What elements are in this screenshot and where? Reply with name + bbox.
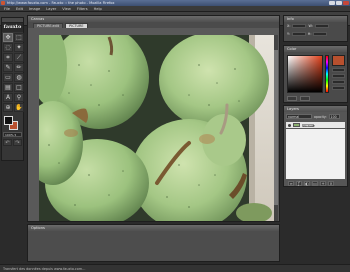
pears-photo (39, 35, 275, 221)
info-h-value (313, 32, 328, 36)
menu-filters[interactable]: Filters (77, 7, 88, 11)
layer-controls: normal opacity: 100 (284, 112, 347, 121)
move-icon[interactable]: ✥ (3, 33, 13, 42)
shape-icon[interactable]: □ (14, 83, 24, 92)
layers-panel: Layers normal opacity: 100 PICTURE ∞ ƒ ◐… (283, 105, 348, 187)
opacity-label: opacity: (314, 114, 327, 119)
info-row-position: X: W: (284, 22, 347, 30)
zoom-select[interactable]: 100% ▾ (3, 132, 22, 137)
info-w-value (314, 24, 329, 28)
tab-picture[interactable]: PICTURE (65, 23, 88, 28)
minimize-button[interactable] (329, 1, 335, 5)
crop-icon[interactable]: ⌗ (3, 53, 13, 62)
dropper-icon[interactable]: ⚲ (14, 93, 24, 102)
layer-thumbnail (293, 123, 300, 127)
layer-link-icon[interactable]: ∞ (288, 181, 294, 186)
info-y-label: Y: (287, 32, 290, 36)
color-value-fields (332, 68, 345, 90)
history-buttons: ↶ ↷ (3, 139, 22, 146)
layer-mask-icon[interactable]: ◐ (304, 181, 310, 186)
color-cancel-button[interactable] (300, 96, 310, 101)
color-hex-field[interactable] (332, 86, 345, 90)
opacity-input[interactable]: 100 (328, 114, 340, 119)
info-x-value (292, 24, 307, 28)
close-button[interactable] (343, 1, 349, 5)
redo-icon[interactable]: ↷ (13, 139, 22, 146)
menu-view[interactable]: View (62, 7, 71, 11)
tool-grid: ✥ ⬚ ◌ ✦ ⌗ ⟋ ✎ ✏ ▭ ◍ ▤ □ A ⚲ ⊕ ✋ (2, 32, 24, 113)
gradient-icon[interactable]: ▤ (3, 83, 13, 92)
hue-slider[interactable] (325, 55, 329, 93)
eraser-icon[interactable]: ▭ (3, 73, 13, 82)
text-icon[interactable]: A (3, 93, 13, 102)
menu-image[interactable]: Image (29, 7, 40, 11)
color-picker-field[interactable] (287, 55, 323, 93)
options-panel: Options (27, 224, 280, 262)
menu-edit[interactable]: Edit (16, 7, 23, 11)
layer-name[interactable]: PICTURE (302, 123, 315, 127)
canvas-window: Canvas PICTURE.edit PICTURE (27, 15, 280, 222)
maximize-button[interactable] (336, 1, 342, 5)
info-y-value (291, 32, 306, 36)
info-h-label: H: (307, 32, 312, 36)
color-buttons (287, 96, 310, 101)
app-logo: fauxto (2, 23, 23, 32)
canvas-scroll-thumb[interactable] (274, 50, 278, 205)
status-bar: Transfert des données depuis www.fauxto.… (0, 264, 350, 272)
slice-icon[interactable]: ⟋ (14, 53, 24, 62)
document-tabs: PICTURE.edit PICTURE (28, 22, 279, 28)
tab-picture-edit[interactable]: PICTURE.edit (33, 23, 64, 28)
window-controls (329, 1, 349, 5)
layer-item[interactable]: PICTURE (286, 122, 345, 128)
menu-help[interactable]: Help (94, 7, 102, 11)
marquee-icon[interactable]: ⬚ (14, 33, 24, 42)
layer-group-icon[interactable]: ▭ (312, 181, 318, 186)
brush-icon[interactable]: ✎ (3, 63, 13, 72)
info-panel: Info X: W: Y: H: (283, 15, 348, 42)
firefox-icon (1, 1, 5, 5)
undo-icon[interactable]: ↶ (3, 139, 12, 146)
info-x-label: X: (287, 24, 291, 28)
new-layer-icon[interactable]: + (320, 181, 326, 186)
canvas-scrollbar[interactable] (274, 35, 278, 221)
layer-buttons: ∞ ƒ ◐ ▭ + × (284, 179, 347, 188)
color-b-field[interactable] (332, 80, 345, 84)
magic-wand-icon[interactable]: ✦ (14, 43, 24, 52)
menu-file[interactable]: File (4, 7, 10, 11)
fill-icon[interactable]: ◍ (14, 73, 24, 82)
zoom-icon[interactable]: ⊕ (3, 103, 13, 112)
foreground-color-swatch[interactable] (4, 116, 13, 125)
canvas-image[interactable] (39, 35, 275, 221)
color-swatches (3, 116, 23, 130)
layer-list-area (286, 129, 345, 179)
color-panel: Color (283, 45, 348, 103)
color-g-field[interactable] (332, 74, 345, 78)
color-ok-button[interactable] (287, 96, 297, 101)
layer-style-icon[interactable]: ƒ (296, 181, 302, 186)
options-panel-title: Options (28, 225, 279, 231)
color-r-field[interactable] (332, 68, 345, 72)
tool-panel: fauxto ✥ ⬚ ◌ ✦ ⌗ ⟋ ✎ ✏ ▭ ◍ ▤ □ A ⚲ ⊕ ✋ 1… (1, 17, 24, 161)
lasso-icon[interactable]: ◌ (3, 43, 13, 52)
color-panel-title: Color (284, 46, 347, 52)
eye-icon[interactable] (288, 123, 291, 127)
hand-icon[interactable]: ✋ (14, 103, 24, 112)
window-title: http://www.fauxto.com - Fauxto :: the ph… (7, 1, 115, 5)
pencil-icon[interactable]: ✏ (14, 63, 24, 72)
delete-layer-icon[interactable]: × (328, 181, 334, 186)
info-row-size: Y: H: (284, 30, 347, 38)
current-color-preview (332, 55, 345, 66)
blend-mode-select[interactable]: normal (286, 114, 312, 119)
menu-layer[interactable]: Layer (46, 7, 56, 11)
info-w-label: W: (308, 24, 313, 28)
